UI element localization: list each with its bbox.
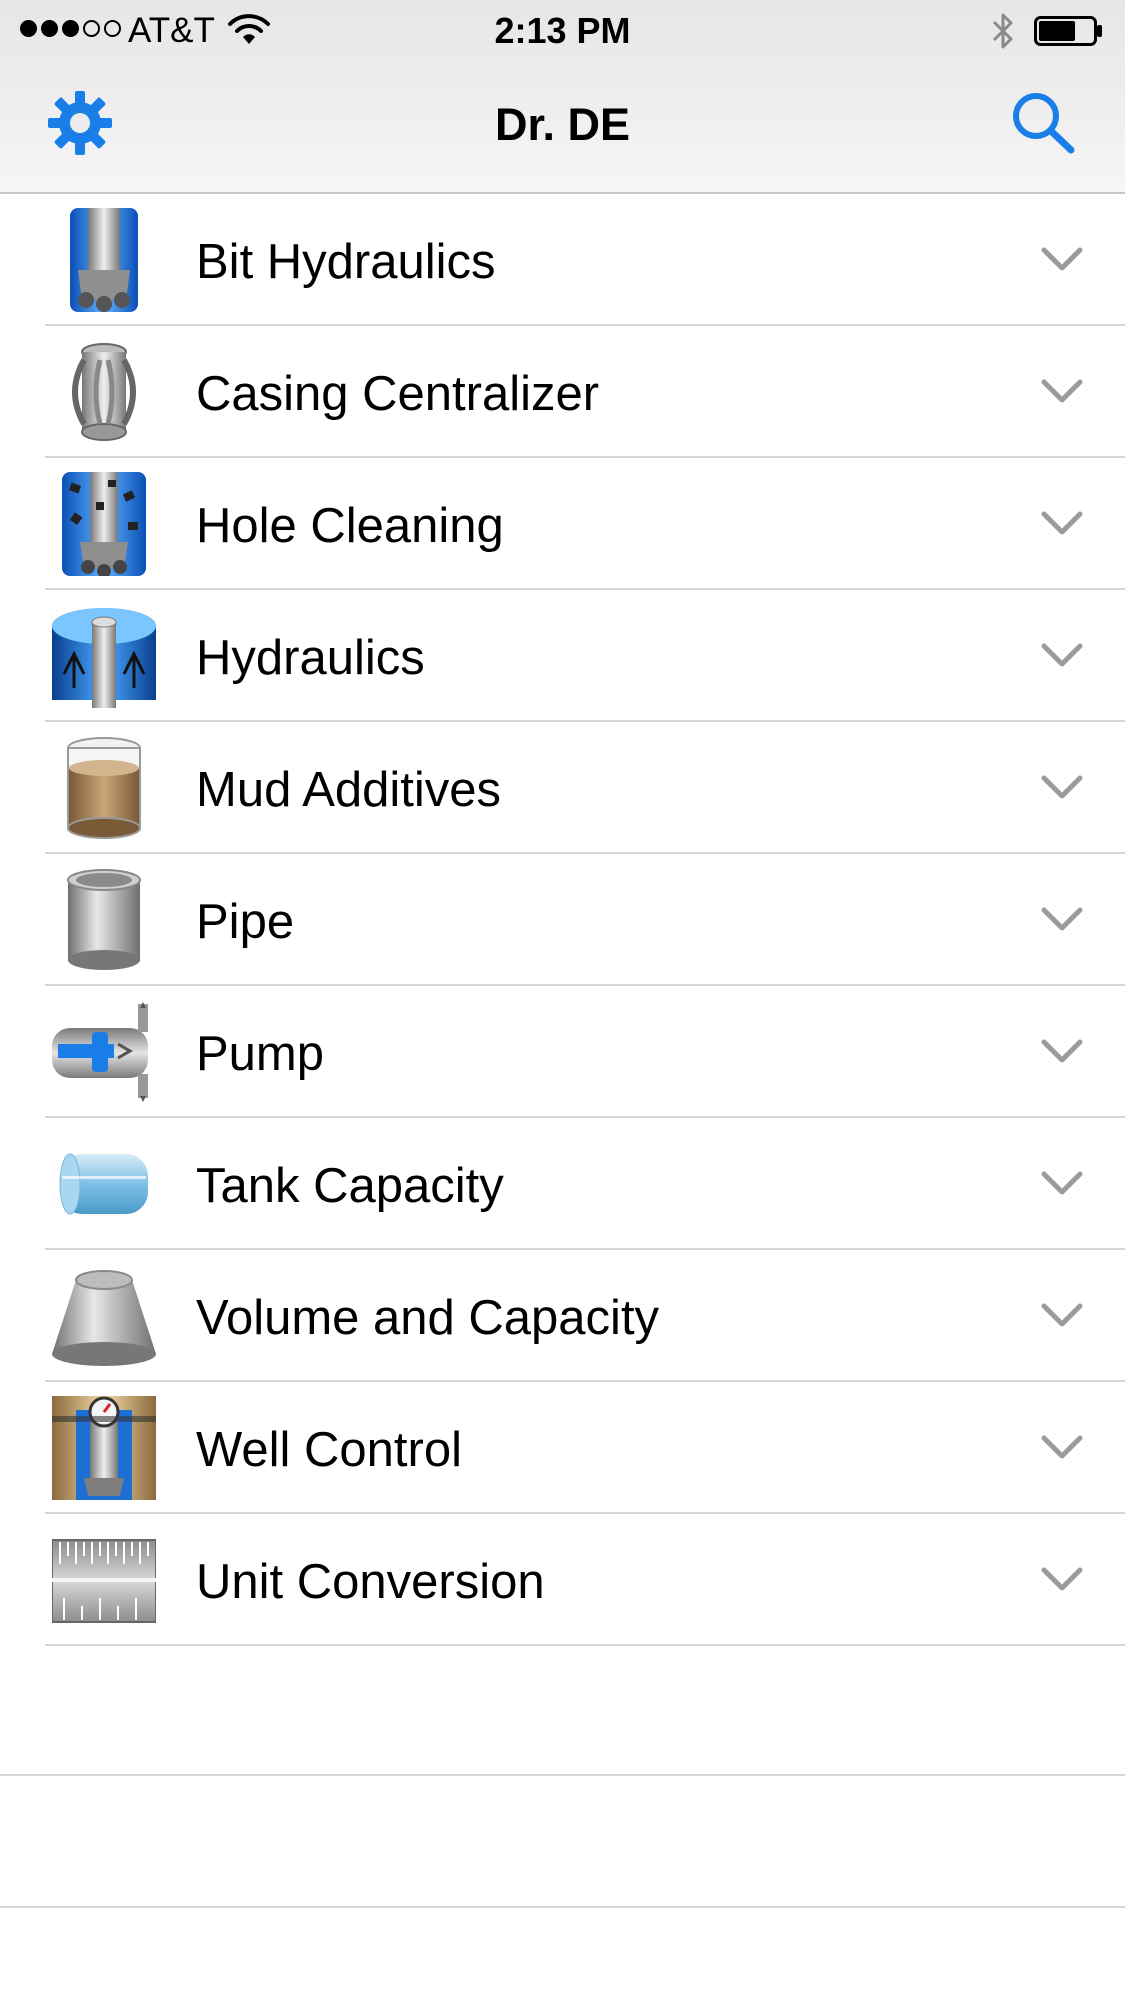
hydraulics-icon [52, 608, 156, 708]
chevron-down-icon [1041, 1435, 1083, 1459]
list-item-bit-hydraulics[interactable]: Bit Hydraulics [0, 194, 1125, 326]
list-item-volume-and-capacity[interactable]: Volume and Capacity [0, 1250, 1125, 1382]
list-item-label: Casing Centralizer [196, 367, 600, 421]
page-title: Dr. DE [494, 99, 631, 150]
status-bar: AT&T 2:13 PM [0, 0, 1125, 60]
bit-hydraulics-icon [70, 208, 138, 312]
search-icon [1013, 93, 1075, 154]
well-control-icon [52, 1396, 156, 1500]
chevron-down-icon [1041, 379, 1083, 403]
chevron-down-icon [1041, 1039, 1083, 1063]
status-time: 2:13 PM [494, 10, 631, 51]
list-item-label: Hole Cleaning [196, 499, 504, 553]
list-item-label: Bit Hydraulics [196, 235, 496, 289]
list-item-label: Well Control [196, 1423, 462, 1477]
navigation-bar: Dr. DE [0, 60, 1125, 192]
list-item-hole-cleaning[interactable]: Hole Cleaning [0, 458, 1125, 590]
hole-cleaning-icon [62, 472, 146, 576]
list-item-label: Volume and Capacity [196, 1291, 660, 1345]
chevron-down-icon [1041, 1567, 1083, 1591]
chevron-down-icon [1041, 907, 1083, 931]
list-item-mud-additives[interactable]: Mud Additives [0, 722, 1125, 854]
list-item-label: Mud Additives [196, 763, 502, 817]
category-list: Bit Hydraulics Casing Centralizer Hole C… [0, 194, 1125, 1646]
pipe-icon [67, 869, 141, 970]
list-item-casing-centralizer[interactable]: Casing Centralizer [0, 326, 1125, 458]
chevron-down-icon [1041, 643, 1083, 667]
list-item-label: Unit Conversion [196, 1555, 545, 1609]
list-item-label: Tank Capacity [196, 1159, 504, 1213]
search-button[interactable] [1002, 86, 1086, 160]
empty-row-separator [0, 1906, 1125, 1908]
chevron-down-icon [1041, 1171, 1083, 1195]
battery-icon [1034, 16, 1102, 46]
list-item-well-control[interactable]: Well Control [0, 1382, 1125, 1514]
chevron-down-icon [1041, 775, 1083, 799]
mud-additives-icon [67, 737, 141, 839]
list-item-unit-conversion[interactable]: Unit Conversion [0, 1514, 1125, 1646]
list-item-hydraulics[interactable]: Hydraulics [0, 590, 1125, 722]
pump-icon [52, 1002, 148, 1102]
top-chrome: AT&T 2:13 PM Dr. DE [0, 0, 1125, 194]
chevron-down-icon [1041, 1303, 1083, 1327]
list-item-label: Pipe [196, 895, 295, 949]
list-item-tank-capacity[interactable]: Tank Capacity [0, 1118, 1125, 1250]
tank-capacity-icon [59, 1153, 148, 1215]
chevron-down-icon [1041, 247, 1083, 271]
empty-row-separator [0, 1774, 1125, 1776]
bluetooth-icon [992, 13, 1013, 49]
volume-capacity-icon [52, 1270, 156, 1366]
list-item-label: Hydraulics [196, 631, 425, 685]
unit-conversion-icon [52, 1539, 156, 1623]
chevron-down-icon [1041, 511, 1083, 535]
list-item-pump[interactable]: Pump [0, 986, 1125, 1118]
casing-centralizer-icon [72, 343, 136, 441]
list-item-pipe[interactable]: Pipe [0, 854, 1125, 986]
list-item-label: Pump [196, 1027, 325, 1081]
